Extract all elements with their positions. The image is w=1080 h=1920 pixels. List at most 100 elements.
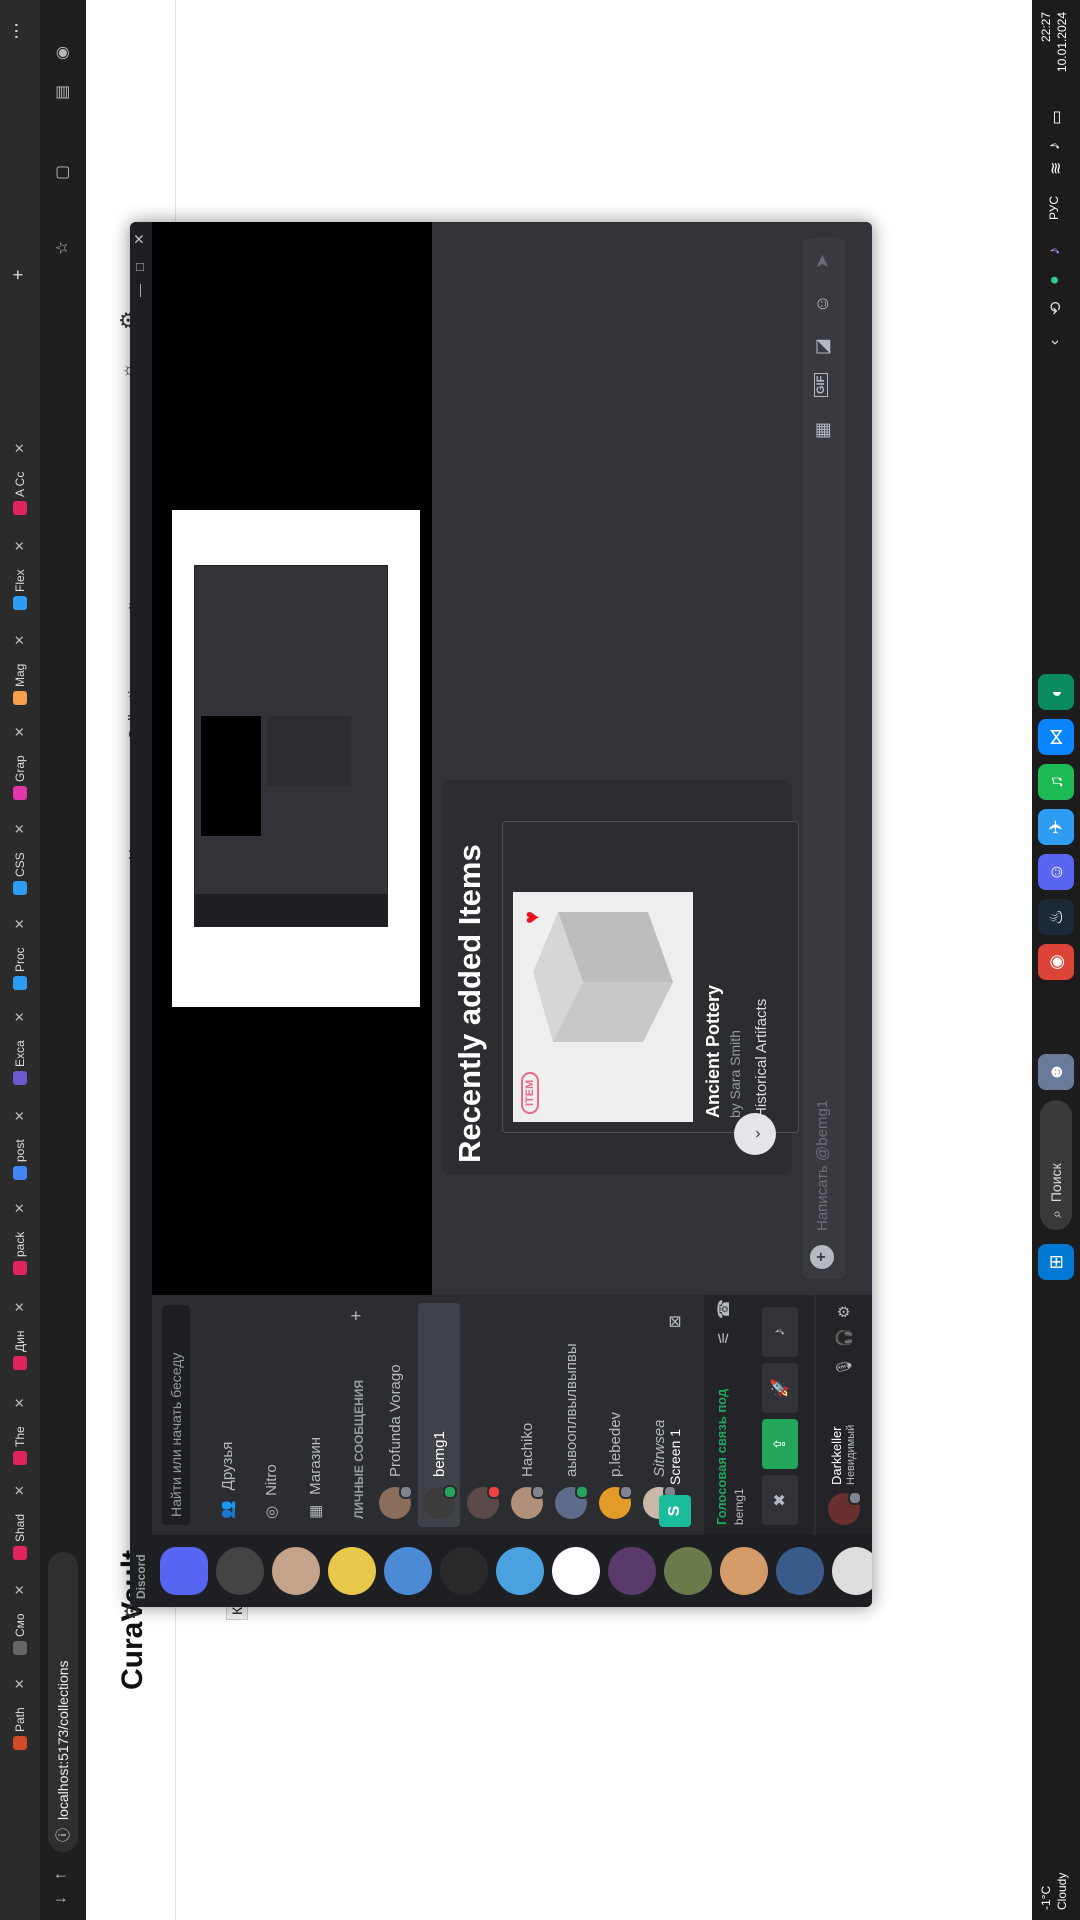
discord-taskbar-icon[interactable]: ☺ [1038,854,1074,890]
noise-suppression-icon[interactable]: ⚟ [714,1331,734,1345]
stop-stream-icon[interactable]: ⊠ [665,1315,685,1328]
address-bar[interactable]: ⓘ localhost:5173/collections [48,1552,78,1852]
chrome-icon[interactable]: ◉ [1038,944,1074,980]
direct-messages-home-icon[interactable] [160,1547,208,1595]
dm-row[interactable] [462,1303,504,1527]
battery-icon[interactable]: ▭ [1046,110,1066,125]
vscode-icon[interactable]: ⋈ [1038,719,1074,755]
wifi-icon[interactable]: ≋ [1046,162,1066,175]
item-card[interactable]: ITEM ♥ Ancient Pottery by Sara Smith His… [502,821,799,1133]
tab-close-icon[interactable]: ✕ [12,635,28,646]
minimize-button[interactable]: — [132,284,147,297]
nav-shop[interactable]: ▦ Магазин [294,1303,336,1527]
browser-tab[interactable]: Flex ✕ [6,540,34,610]
maximize-button[interactable]: □ [132,263,147,271]
input-language[interactable]: РУС [1047,196,1061,220]
start-windows-icon[interactable]: ⊞ [1038,1244,1074,1280]
gif-icon[interactable]: GIF [814,372,828,397]
server-icon[interactable] [552,1547,600,1595]
stream-preview[interactable] [152,222,432,1295]
message-composer[interactable]: + Написать @bemg1 ▦ GIF ◪ ☺ ➤ [802,238,846,1279]
activity-button[interactable]: 🚀 [762,1363,798,1413]
tab-close-icon[interactable]: ✕ [12,1485,28,1496]
server-icon[interactable] [216,1547,264,1595]
favorite-heart-icon[interactable]: ♥ [519,911,545,924]
telegram-icon[interactable]: ✈ [1038,809,1074,845]
nav-friends[interactable]: 👥 Друзья [206,1303,248,1527]
nav-nitro[interactable]: ◎ Nitro [250,1303,292,1527]
tray-chevron-icon[interactable]: ‹ [1046,340,1064,345]
microphone-icon[interactable]: 🎙 [835,1357,853,1376]
user-settings-gear-icon[interactable]: ⚙ [835,1305,853,1318]
tray-app-icon[interactable]: ● [1046,275,1064,285]
server-icon[interactable] [384,1547,432,1595]
tray-sync-icon[interactable]: ⟲ [1046,302,1066,315]
voice-status[interactable]: Голосовая связь под [714,1389,729,1525]
sticker-icon[interactable]: ◪ [812,338,833,355]
message-input[interactable]: Написать @bemg1 [814,1100,831,1231]
server-icon[interactable] [832,1547,872,1595]
favorite-star-icon[interactable]: ☆ [52,241,72,255]
spotify-icon[interactable]: ♫ [1038,764,1074,800]
apps-icon[interactable]: ▦ [812,422,833,439]
headphones-icon[interactable]: 🎧 [835,1328,853,1347]
clock[interactable]: 22:27 10.01.2024 [1038,12,1070,72]
browser-tab[interactable]: Grap ✕ [6,726,34,800]
new-tab-button[interactable]: + [8,269,29,280]
add-attachment-icon[interactable]: + [810,1245,834,1269]
server-icon[interactable] [720,1547,768,1595]
browser-tab[interactable]: A Cc ✕ [6,443,34,515]
browser-tab[interactable]: Смо ✕ [6,1585,34,1655]
browser-tab[interactable]: The ✕ [6,1397,34,1465]
dm-row[interactable]: Profunda Vorago [374,1303,416,1527]
user-name[interactable]: Darkkeller [829,1425,844,1485]
taskbar-search[interactable]: ⌕ Поиск [1040,1100,1072,1230]
profile-icon[interactable]: ◉ [52,46,72,60]
send-icon[interactable]: ➤ [812,254,833,269]
browser-tab[interactable]: post ✕ [6,1110,34,1180]
tab-close-icon[interactable]: ✕ [12,1011,28,1022]
weather-widget[interactable]: -1°C Cloudy [1038,1873,1070,1910]
browser-tab[interactable]: Shad ✕ [6,1485,34,1560]
edge-icon[interactable]: ◐ [1038,674,1074,710]
server-icon[interactable] [776,1547,824,1595]
tab-close-icon[interactable]: ✕ [12,1203,28,1214]
dm-row[interactable]: Hachiko [506,1303,548,1527]
tab-close-icon[interactable]: ✕ [12,726,28,737]
server-icon[interactable] [664,1547,712,1595]
tab-close-icon[interactable]: ✕ [12,1678,28,1689]
dm-search-input[interactable]: Найти или начать беседу [162,1305,190,1525]
tab-close-icon[interactable]: ✕ [12,918,28,929]
server-icon[interactable] [440,1547,488,1595]
server-icon[interactable] [272,1547,320,1595]
up-arrow-icon[interactable]: ↑ [52,1872,70,1880]
collections-icon[interactable]: ▢ [52,165,72,180]
browser-tab[interactable]: Exca ✕ [6,1011,34,1085]
dm-row[interactable]: bemg1 [418,1303,460,1527]
back-arrow-icon[interactable]: ↓ [52,1896,70,1904]
tab-close-icon[interactable]: ✕ [12,823,28,834]
soundboard-button[interactable]: ♪ [762,1307,798,1357]
screen-share-button[interactable]: ⇪ [762,1419,798,1469]
browser-tab[interactable]: CSS ✕ [6,823,34,895]
browser-tab[interactable]: Дин ✕ [6,1302,34,1370]
browser-tab[interactable]: Path ✕ [6,1678,34,1750]
volume-icon[interactable]: ♪ [1046,142,1064,150]
tab-close-icon[interactable]: ✕ [12,1302,28,1313]
steam-icon[interactable]: ♨ [1038,899,1074,935]
user-photo-app-icon[interactable]: ☻ [1038,1054,1074,1090]
tab-close-icon[interactable]: ✕ [12,1397,28,1408]
user-avatar[interactable] [828,1491,862,1525]
server-icon[interactable] [608,1547,656,1595]
scroll-down-chevron-icon[interactable]: ⌄ [734,1113,776,1155]
tab-close-icon[interactable]: ✕ [12,1110,28,1121]
browser-tab[interactable]: pack ✕ [6,1203,34,1275]
create-dm-button[interactable]: + [346,1310,367,1321]
emoji-icon[interactable]: ☺ [812,295,833,313]
close-window-button[interactable]: ✕ [131,233,148,245]
browser-tab[interactable]: Mag ✕ [6,635,34,705]
disconnect-call-icon[interactable]: ☎ [714,1299,734,1319]
site-info-icon[interactable]: ⓘ [53,1828,73,1842]
tab-close-icon[interactable]: ✕ [12,540,28,551]
browser-menu-icon[interactable]: ⋯ [6,22,27,40]
